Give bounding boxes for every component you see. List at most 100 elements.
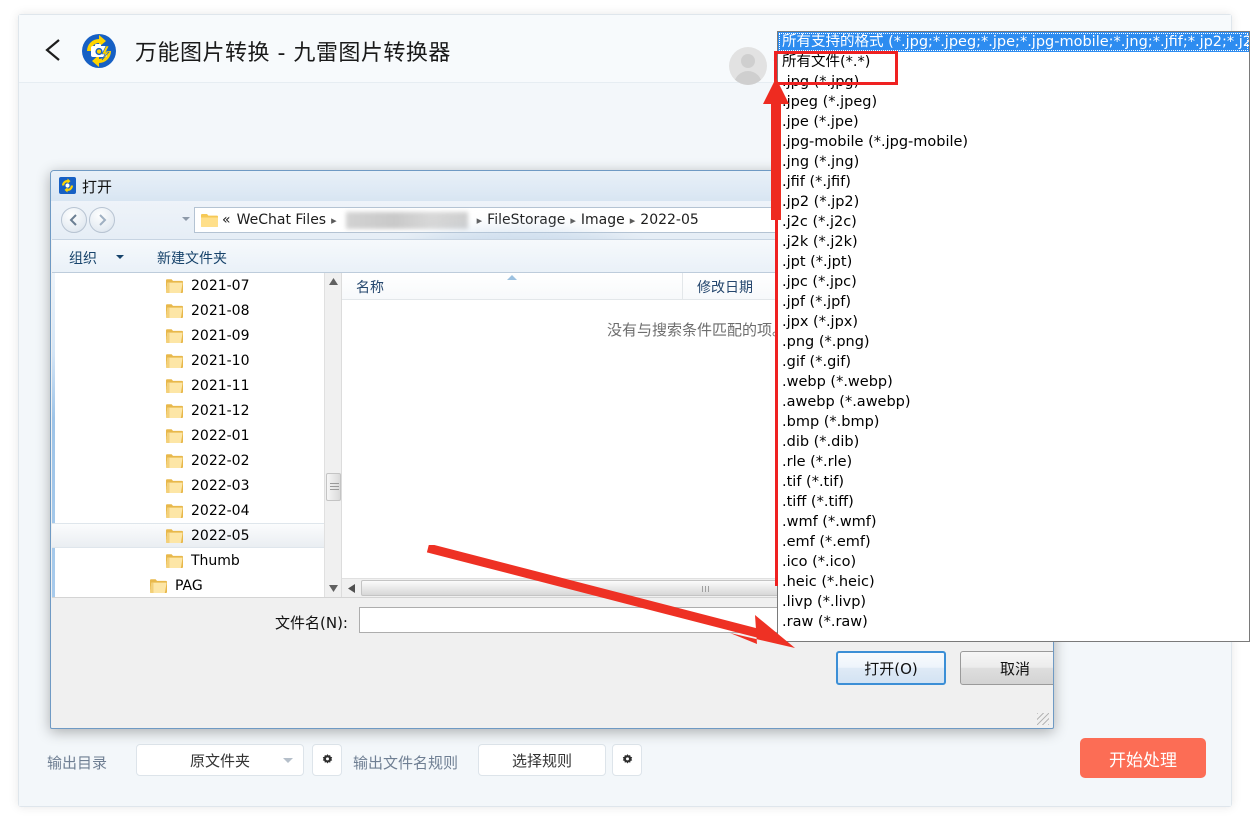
file-type-option[interactable]: .emf (*.emf) bbox=[778, 532, 1249, 552]
cancel-button[interactable]: 取消 bbox=[960, 651, 1053, 685]
chevron-down-icon bbox=[283, 758, 293, 763]
triangle-down-icon[interactable] bbox=[325, 580, 341, 597]
choose-rule-button[interactable]: 选择规则 bbox=[478, 744, 606, 776]
folder-icon bbox=[166, 479, 183, 493]
folder-tree-item[interactable]: Thumb bbox=[52, 548, 341, 573]
folder-icon bbox=[150, 579, 167, 593]
filename-rule-settings-button[interactable] bbox=[612, 744, 642, 776]
file-type-option[interactable]: .png (*.png) bbox=[778, 332, 1249, 352]
file-type-option[interactable]: .j2k (*.j2k) bbox=[778, 232, 1249, 252]
folder-icon bbox=[201, 214, 218, 227]
tree-vertical-scrollbar[interactable] bbox=[324, 273, 341, 597]
folder-tree-list: 2021-07 2021-08 2021-09 2021-10 2021-11 2021-… bbox=[52, 273, 341, 597]
breadcrumb-item-3[interactable]: FileStorage bbox=[487, 212, 565, 228]
avatar[interactable] bbox=[729, 47, 767, 85]
folder-tree-item[interactable]: 2021-07 bbox=[52, 273, 341, 298]
file-type-option[interactable]: .jpg-mobile (*.jpg-mobile) bbox=[778, 132, 1249, 152]
file-type-option[interactable]: .jpg (*.jpg) bbox=[778, 72, 1249, 92]
file-type-option[interactable]: .dib (*.dib) bbox=[778, 432, 1249, 452]
breadcrumb-item-4[interactable]: Image bbox=[581, 212, 625, 228]
folder-tree-item-label: 2021-10 bbox=[191, 352, 250, 369]
cancel-button-label: 取消 bbox=[999, 659, 1030, 678]
tree-scroll-thumb[interactable] bbox=[326, 473, 341, 501]
file-type-option[interactable]: .j2c (*.j2c) bbox=[778, 212, 1249, 232]
output-dir-value: 原文件夹 bbox=[189, 751, 250, 770]
file-type-option[interactable]: .ico (*.ico) bbox=[778, 552, 1249, 572]
avatar-body bbox=[734, 71, 762, 85]
column-header-name[interactable]: 名称 bbox=[342, 273, 683, 300]
app-logo-icon bbox=[81, 33, 117, 69]
file-type-option[interactable]: .jp2 (*.jp2) bbox=[778, 192, 1249, 212]
file-type-option[interactable]: .jfif (*.jfif) bbox=[778, 172, 1249, 192]
folder-icon bbox=[166, 454, 183, 468]
file-type-option[interactable]: .rle (*.rle) bbox=[778, 452, 1249, 472]
folder-tree-item[interactable]: 2021-10 bbox=[52, 348, 341, 373]
file-type-option[interactable]: 所有文件(*.*) bbox=[778, 52, 1249, 72]
file-type-option[interactable]: .jpf (*.jpf) bbox=[778, 292, 1249, 312]
file-type-option[interactable]: .jpeg (*.jpeg) bbox=[778, 92, 1249, 112]
file-type-option[interactable]: .wmf (*.wmf) bbox=[778, 512, 1249, 532]
open-button-label: 打开(O) bbox=[864, 659, 918, 678]
output-dir-label: 输出目录 bbox=[47, 754, 108, 772]
breadcrumb-item-0[interactable]: « bbox=[222, 212, 231, 228]
filename-input-wrapper[interactable] bbox=[359, 607, 827, 633]
file-type-option[interactable]: .webp (*.webp) bbox=[778, 372, 1249, 392]
organize-chevron-down-icon[interactable] bbox=[116, 255, 124, 259]
folder-tree-item[interactable]: 2022-01 bbox=[52, 423, 341, 448]
folder-tree-item[interactable]: 2021-12 bbox=[52, 398, 341, 423]
dialog-app-icon bbox=[59, 177, 76, 194]
filename-input[interactable] bbox=[360, 609, 800, 631]
sort-triangle-up-icon bbox=[507, 275, 517, 280]
folder-tree-item-label: 2021-09 bbox=[191, 327, 250, 344]
folder-icon bbox=[166, 529, 183, 543]
choose-rule-label: 选择规则 bbox=[511, 751, 572, 770]
breadcrumb-separator: ▸ bbox=[570, 213, 576, 227]
file-type-option[interactable]: .raw (*.raw) bbox=[778, 612, 1249, 632]
triangle-left-icon[interactable] bbox=[342, 579, 360, 597]
file-type-option[interactable]: .heic (*.heic) bbox=[778, 572, 1249, 592]
nav-history-chevron-down-icon[interactable] bbox=[182, 217, 190, 221]
folder-tree-item[interactable]: 2022-02 bbox=[52, 448, 341, 473]
new-folder-button[interactable]: 新建文件夹 bbox=[157, 248, 227, 268]
file-type-option[interactable]: .gif (*.gif) bbox=[778, 352, 1249, 372]
folder-icon bbox=[166, 504, 183, 518]
file-type-option[interactable]: .jpc (*.jpc) bbox=[778, 272, 1249, 292]
folder-tree-item-label: 2021-07 bbox=[191, 277, 250, 294]
organize-menu[interactable]: 组织 bbox=[69, 248, 97, 268]
avatar-head bbox=[741, 54, 755, 68]
breadcrumb-item-1[interactable]: WeChat Files bbox=[237, 212, 327, 228]
file-type-option[interactable]: .jng (*.jng) bbox=[778, 152, 1249, 172]
folder-icon bbox=[166, 554, 183, 568]
file-type-option[interactable]: 所有支持的格式 (*.jpg;*.jpeg;*.jpe;*.jpg-mobile… bbox=[778, 32, 1249, 52]
address-bar[interactable]: « WeChat Files ▸ ▸ FileStorage ▸ Image ▸… bbox=[194, 207, 814, 233]
file-type-option[interactable]: .tif (*.tif) bbox=[778, 472, 1249, 492]
nav-back-icon[interactable] bbox=[61, 207, 87, 233]
folder-tree-item[interactable]: PAG bbox=[52, 573, 341, 597]
folder-tree-item[interactable]: 2022-05 bbox=[52, 523, 341, 548]
nav-forward-icon[interactable] bbox=[89, 207, 115, 233]
folder-icon bbox=[166, 379, 183, 393]
file-type-option[interactable]: .livp (*.livp) bbox=[778, 592, 1249, 612]
triangle-up-icon[interactable] bbox=[325, 273, 341, 290]
start-process-button[interactable]: 开始处理 bbox=[1080, 738, 1206, 778]
file-type-option[interactable]: .jpx (*.jpx) bbox=[778, 312, 1249, 332]
back-chevron-icon[interactable] bbox=[42, 37, 66, 63]
file-type-option[interactable]: .awebp (*.awebp) bbox=[778, 392, 1249, 412]
folder-tree-item[interactable]: 2021-11 bbox=[52, 373, 341, 398]
folder-tree-item[interactable]: 2022-03 bbox=[52, 473, 341, 498]
breadcrumb-item-5[interactable]: 2022-05 bbox=[640, 212, 699, 228]
file-type-option[interactable]: .jpt (*.jpt) bbox=[778, 252, 1249, 272]
resize-grip[interactable] bbox=[1037, 713, 1049, 725]
file-type-dropdown-list[interactable]: 所有支持的格式 (*.jpg;*.jpeg;*.jpe;*.jpg-mobile… bbox=[777, 31, 1250, 642]
file-type-option[interactable]: .tiff (*.tiff) bbox=[778, 492, 1249, 512]
output-dir-select[interactable]: 原文件夹 bbox=[136, 744, 304, 776]
open-button[interactable]: 打开(O) bbox=[836, 651, 946, 685]
breadcrumb-item-blurred[interactable] bbox=[345, 211, 468, 229]
folder-icon bbox=[166, 279, 183, 293]
folder-tree-item[interactable]: 2022-04 bbox=[52, 498, 341, 523]
folder-tree-item[interactable]: 2021-08 bbox=[52, 298, 341, 323]
folder-tree-item[interactable]: 2021-09 bbox=[52, 323, 341, 348]
output-dir-settings-button[interactable] bbox=[312, 744, 342, 776]
file-type-option[interactable]: .jpe (*.jpe) bbox=[778, 112, 1249, 132]
file-type-option[interactable]: .bmp (*.bmp) bbox=[778, 412, 1249, 432]
